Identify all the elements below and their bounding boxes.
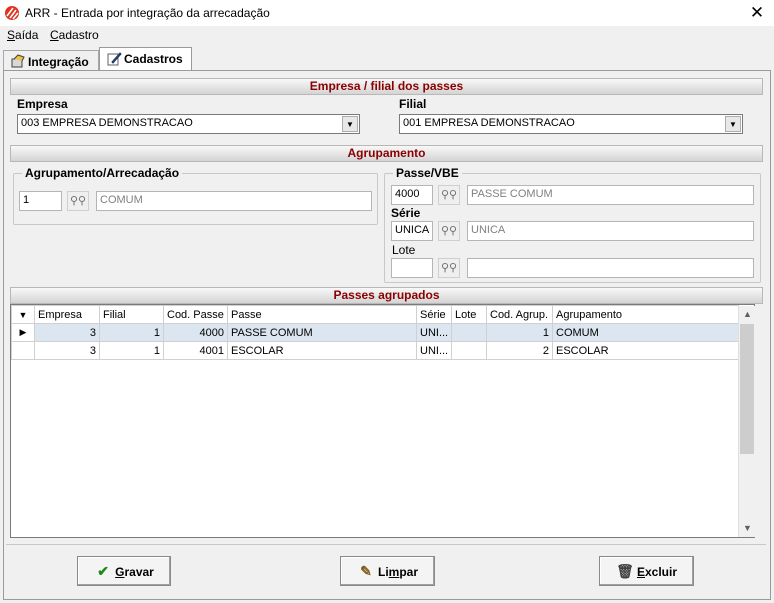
- trash-icon: 🗑: [616, 563, 634, 579]
- sort-indicator-icon[interactable]: ▼: [11, 305, 35, 324]
- cell-cod-passe[interactable]: 4001: [163, 341, 228, 360]
- table-row[interactable]: ▶ 3 1 4000 PASSE COMUM UNI... 1 COMUM: [11, 323, 739, 342]
- empresa-section-header: Empresa / filial dos passes: [10, 78, 763, 95]
- window-title: ARR - Entrada por integração da arrecada…: [25, 6, 270, 20]
- binoculars-icon: ⚲⚲: [440, 225, 458, 237]
- column-header-cod-agrup[interactable]: Cod. Agrup.: [486, 305, 553, 324]
- binoculars-icon: ⚲⚲: [440, 262, 458, 274]
- cell-empresa[interactable]: 3: [34, 341, 100, 360]
- scrollbar-thumb[interactable]: [740, 324, 754, 454]
- menu-bar: Saída Cadastro: [0, 27, 774, 46]
- column-header-lote[interactable]: Lote: [451, 305, 487, 324]
- cell-serie[interactable]: UNI...: [416, 323, 452, 342]
- column-header-passe[interactable]: Passe: [227, 305, 417, 324]
- agrupamento-group-label: Agrupamento/Arrecadação: [22, 166, 183, 180]
- cell-cod-agrup[interactable]: 2: [486, 341, 553, 360]
- empresa-select-value: 003 EMPRESA DEMONSTRACAO: [21, 117, 193, 129]
- broom-icon: ✎: [360, 563, 372, 579]
- serie-description-field: UNICA: [467, 221, 754, 241]
- edit-icon: [107, 52, 122, 66]
- passe-description-field: PASSE COMUM: [467, 185, 754, 205]
- agrupamento-description-field: COMUM: [96, 191, 372, 211]
- lote-search-button[interactable]: ⚲⚲: [438, 258, 460, 278]
- cell-serie[interactable]: UNI...: [416, 341, 452, 360]
- chevron-down-icon[interactable]: ▼: [342, 116, 358, 132]
- tab-integracao[interactable]: Integração: [3, 50, 99, 71]
- passe-group-label: Passe/VBE: [393, 166, 462, 180]
- cell-lote[interactable]: [451, 341, 487, 360]
- chevron-down-icon[interactable]: ▼: [725, 116, 741, 132]
- checkmark-icon: ✔: [97, 563, 109, 579]
- column-header-empresa[interactable]: Empresa: [34, 305, 100, 324]
- column-header-cod-passe[interactable]: Cod. Passe: [163, 305, 228, 324]
- column-header-agrupamento[interactable]: Agrupamento: [552, 305, 739, 324]
- cell-empresa[interactable]: 3: [34, 323, 100, 342]
- tab-cadastros-label: Cadastros: [124, 52, 183, 66]
- cell-filial[interactable]: 1: [99, 323, 164, 342]
- agrupamento-section-header: Agrupamento: [10, 145, 763, 162]
- lote-label: Lote: [392, 243, 416, 257]
- excluir-button[interactable]: 🗑 Excluir: [599, 556, 694, 586]
- cell-cod-passe[interactable]: 4000: [163, 323, 228, 342]
- table-header-row: ▼ Empresa Filial Cod. Passe Passe Série …: [11, 305, 739, 324]
- limpar-button[interactable]: ✎ Limpar: [340, 556, 435, 586]
- binoculars-icon: ⚲⚲: [69, 195, 87, 207]
- passes-grid[interactable]: ▼ Empresa Filial Cod. Passe Passe Série …: [10, 304, 755, 538]
- column-header-serie[interactable]: Série: [416, 305, 452, 324]
- menu-cadastro[interactable]: Cadastro: [50, 28, 99, 42]
- row-indicator-icon: ▶: [11, 323, 35, 342]
- integration-icon: [11, 54, 25, 68]
- cell-cod-agrup[interactable]: 1: [486, 323, 553, 342]
- filial-select[interactable]: 001 EMPRESA DEMONSTRACAO ▼: [399, 114, 743, 134]
- serie-search-button[interactable]: ⚲⚲: [438, 221, 460, 241]
- cell-passe[interactable]: ESCOLAR: [227, 341, 417, 360]
- table-row[interactable]: 3 1 4001 ESCOLAR UNI... 2 ESCOLAR: [11, 341, 739, 360]
- scroll-up-icon[interactable]: ▲: [739, 306, 756, 323]
- tab-integracao-label: Integração: [28, 55, 89, 69]
- column-header-filial[interactable]: Filial: [99, 305, 164, 324]
- row-indicator-cell: [11, 341, 35, 360]
- cell-filial[interactable]: 1: [99, 341, 164, 360]
- cell-lote[interactable]: [451, 323, 487, 342]
- binoculars-icon: ⚲⚲: [440, 189, 458, 201]
- tab-strip: Integração Cadastros: [0, 47, 774, 71]
- bottom-separator: [6, 544, 766, 545]
- filial-select-value: 001 EMPRESA DEMONSTRACAO: [403, 117, 575, 129]
- filial-label: Filial: [399, 97, 427, 111]
- passes-table: ▼ Empresa Filial Cod. Passe Passe Série …: [11, 305, 739, 360]
- agrupamento-search-button[interactable]: ⚲⚲: [67, 191, 89, 211]
- scroll-down-icon[interactable]: ▼: [739, 520, 756, 537]
- passe-code-input[interactable]: 4000: [391, 185, 433, 205]
- cell-passe[interactable]: PASSE COMUM: [227, 323, 417, 342]
- gravar-button[interactable]: ✔ Gravar: [77, 556, 171, 586]
- lote-description-field: [467, 258, 754, 278]
- menu-saida[interactable]: Saída: [7, 28, 38, 42]
- lote-code-input[interactable]: [391, 258, 433, 278]
- empresa-select[interactable]: 003 EMPRESA DEMONSTRACAO ▼: [17, 114, 360, 134]
- cell-agrupamento[interactable]: COMUM: [552, 323, 739, 342]
- passe-search-button[interactable]: ⚲⚲: [438, 185, 460, 205]
- passes-agrupados-header: Passes agrupados: [10, 287, 763, 304]
- app-logo-icon: [5, 6, 19, 20]
- agrupamento-code-input[interactable]: 1: [19, 191, 62, 211]
- vertical-scrollbar[interactable]: ▲ ▼: [738, 306, 755, 537]
- cell-agrupamento[interactable]: ESCOLAR: [552, 341, 739, 360]
- serie-code-input[interactable]: UNICA: [391, 221, 433, 241]
- tab-cadastros[interactable]: Cadastros: [99, 47, 192, 71]
- close-button[interactable]: ✕: [740, 0, 774, 26]
- title-bar: ARR - Entrada por integração da arrecada…: [0, 0, 774, 26]
- empresa-label: Empresa: [17, 97, 68, 111]
- serie-label: Série: [391, 206, 421, 220]
